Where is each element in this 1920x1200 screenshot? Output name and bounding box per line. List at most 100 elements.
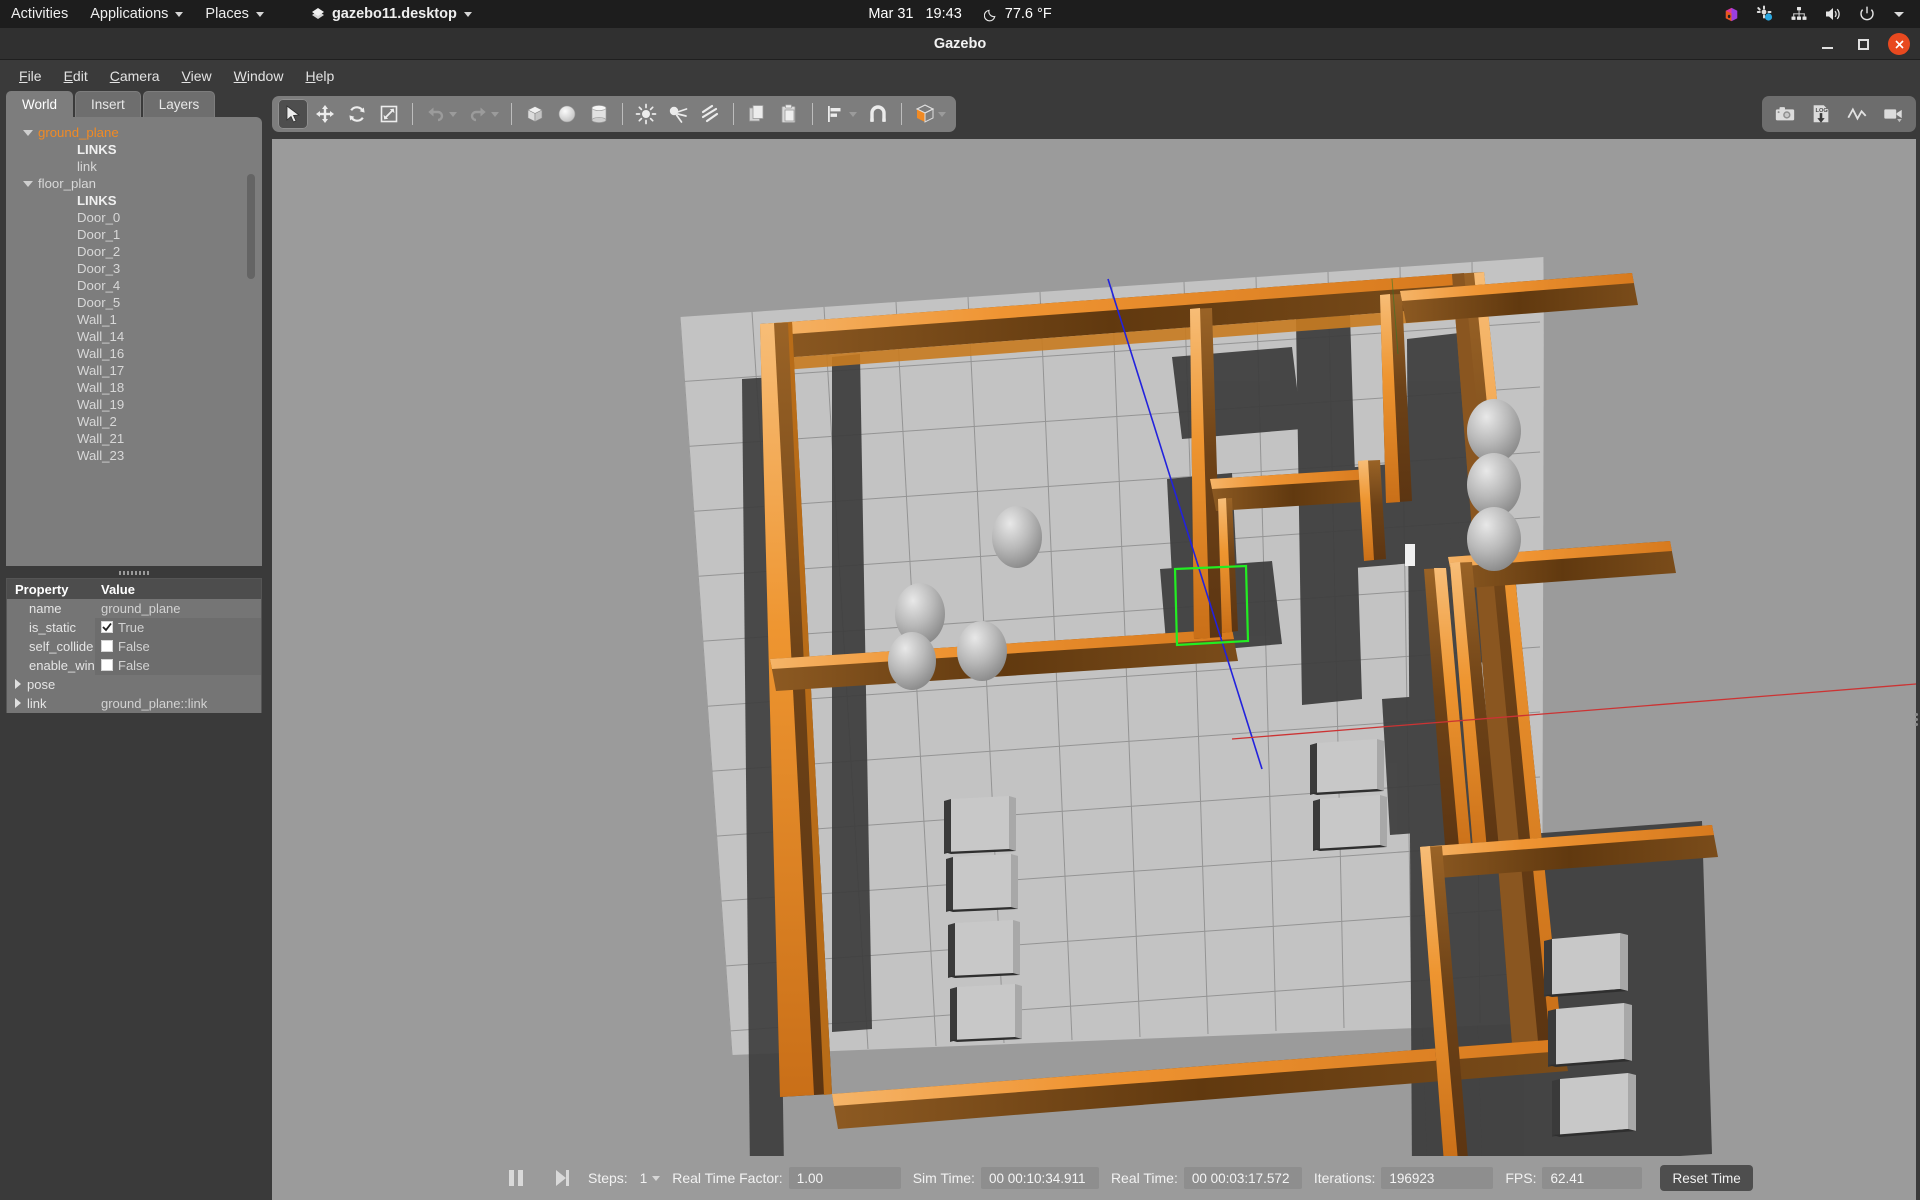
- chevron-down-icon[interactable]: [449, 111, 457, 117]
- chevron-right-icon[interactable]: [15, 679, 21, 689]
- network-icon[interactable]: [1790, 5, 1808, 23]
- minimize-button[interactable]: [1816, 33, 1838, 55]
- copy-button[interactable]: [742, 99, 772, 129]
- translate-mode-button[interactable]: [310, 99, 340, 129]
- volume-icon[interactable]: [1824, 5, 1842, 23]
- close-button[interactable]: [1888, 33, 1910, 55]
- paste-button[interactable]: [774, 99, 804, 129]
- tree-group-links[interactable]: LINKS: [6, 192, 262, 209]
- menu-file[interactable]: File: [8, 64, 53, 88]
- tree-item-wall-23[interactable]: Wall_23: [6, 447, 262, 464]
- property-row-pose[interactable]: pose: [7, 674, 261, 694]
- power-icon[interactable]: [1858, 5, 1876, 23]
- tree-item-wall-14[interactable]: Wall_14: [6, 328, 262, 345]
- undo-button[interactable]: [421, 99, 451, 129]
- tree-item-wall-2[interactable]: Wall_2: [6, 413, 262, 430]
- tree-item-door-1[interactable]: Door_1: [6, 226, 262, 243]
- left-panel: World Insert Layers ground_plane LINKS l…: [0, 91, 268, 1200]
- tab-insert[interactable]: Insert: [75, 91, 141, 118]
- screenshot-button[interactable]: [1770, 99, 1800, 129]
- checkbox-unchecked-icon[interactable]: [101, 640, 113, 652]
- reset-time-button[interactable]: Reset Time: [1660, 1165, 1753, 1191]
- viewport-resize-grip[interactable]: [1914, 711, 1919, 743]
- chevron-down-icon[interactable]: [652, 1175, 661, 1181]
- settings-spinner-icon[interactable]: [1756, 5, 1774, 23]
- point-light-button[interactable]: [631, 99, 661, 129]
- tree-item-wall-17[interactable]: Wall_17: [6, 362, 262, 379]
- activities-button[interactable]: Activities: [0, 0, 79, 28]
- tree-item-wall-19[interactable]: Wall_19: [6, 396, 262, 413]
- property-key-expandable[interactable]: link: [7, 693, 95, 713]
- insert-cylinder-button[interactable]: [584, 99, 614, 129]
- tree-group-links[interactable]: LINKS: [6, 141, 262, 158]
- tree-scrollbar-thumb[interactable]: [247, 174, 255, 279]
- chevron-down-icon[interactable]: [1892, 7, 1906, 21]
- step-forward-button[interactable]: [548, 1164, 576, 1192]
- select-mode-button[interactable]: [278, 99, 308, 129]
- log-data-button[interactable]: LOG: [1806, 99, 1836, 129]
- toolbar-separator: [511, 103, 512, 125]
- spot-light-button[interactable]: [663, 99, 693, 129]
- property-row-is-static[interactable]: is_static True: [7, 617, 261, 637]
- plot-button[interactable]: [1842, 99, 1872, 129]
- tree-item-door-3[interactable]: Door_3: [6, 260, 262, 277]
- tree-item-wall-18[interactable]: Wall_18: [6, 379, 262, 396]
- places-menu[interactable]: Places: [194, 0, 275, 28]
- menu-window[interactable]: Window: [223, 64, 295, 88]
- property-row-self-collide[interactable]: self_collide False: [7, 636, 261, 656]
- maximize-button[interactable]: [1852, 33, 1874, 55]
- checkbox-checked-icon[interactable]: [101, 621, 113, 633]
- weather-indicator[interactable]: 77.6 °F: [983, 6, 1052, 22]
- menu-view[interactable]: View: [171, 64, 223, 88]
- tab-world[interactable]: World: [6, 91, 74, 118]
- clock-button[interactable]: Mar 31 19:43: [868, 6, 961, 22]
- steps-stepper[interactable]: 1: [640, 1171, 661, 1186]
- checkbox-unchecked-icon[interactable]: [101, 659, 113, 671]
- tree-item-door-2[interactable]: Door_2: [6, 243, 262, 260]
- tree-item-door-5[interactable]: Door_5: [6, 294, 262, 311]
- menu-help[interactable]: Help: [294, 64, 345, 88]
- tree-scrollbar[interactable]: [247, 124, 255, 564]
- redo-button[interactable]: [463, 99, 493, 129]
- rotate-mode-button[interactable]: [342, 99, 372, 129]
- align-button[interactable]: [821, 99, 851, 129]
- insert-box-button[interactable]: [520, 99, 550, 129]
- menu-camera[interactable]: Camera: [99, 64, 171, 88]
- record-video-button[interactable]: [1878, 99, 1908, 129]
- tree-item-wall-21[interactable]: Wall_21: [6, 430, 262, 447]
- insert-sphere-button[interactable]: [552, 99, 582, 129]
- tree-item-door-0[interactable]: Door_0: [6, 209, 262, 226]
- property-row-link[interactable]: link ground_plane::link: [7, 693, 261, 713]
- property-row-enable-wind[interactable]: enable_wind False: [7, 655, 261, 675]
- tree-item-wall-16[interactable]: Wall_16: [6, 345, 262, 362]
- panel-splitter[interactable]: [6, 568, 262, 578]
- tree-item-floor-plan[interactable]: floor_plan: [6, 175, 262, 192]
- view-angle-button[interactable]: [910, 99, 940, 129]
- view-toolbar: LOG: [1762, 96, 1916, 132]
- directional-light-button[interactable]: [695, 99, 725, 129]
- pause-button[interactable]: [502, 1164, 530, 1192]
- snap-button[interactable]: [863, 99, 893, 129]
- property-value-cell[interactable]: True: [95, 617, 261, 637]
- property-value-cell[interactable]: False: [95, 655, 261, 675]
- menu-edit[interactable]: Edit: [53, 64, 99, 88]
- directional-light-icon: [701, 104, 719, 123]
- tree-item-link[interactable]: link: [6, 158, 262, 175]
- chevron-down-icon[interactable]: [491, 111, 499, 117]
- tab-layers[interactable]: Layers: [142, 91, 216, 118]
- property-key-expandable[interactable]: pose: [7, 674, 95, 694]
- tree-item-door-4[interactable]: Door_4: [6, 277, 262, 294]
- 3d-viewport[interactable]: [272, 139, 1916, 1156]
- tree-item-wall-1[interactable]: Wall_1: [6, 311, 262, 328]
- tree-item-ground-plane[interactable]: ground_plane: [6, 124, 262, 141]
- property-value-cell[interactable]: False: [95, 636, 261, 656]
- scale-mode-button[interactable]: [374, 99, 404, 129]
- chevron-right-icon[interactable]: [15, 698, 21, 708]
- chevron-down-icon[interactable]: [849, 111, 857, 117]
- applications-menu[interactable]: Applications: [79, 0, 194, 28]
- rotate-icon: [349, 106, 365, 122]
- flatpak-icon[interactable]: [1723, 6, 1740, 23]
- property-row-name[interactable]: name ground_plane: [7, 598, 261, 618]
- chevron-down-icon[interactable]: [938, 111, 946, 117]
- app-indicator-gazebo[interactable]: gazebo11.desktop: [299, 0, 483, 28]
